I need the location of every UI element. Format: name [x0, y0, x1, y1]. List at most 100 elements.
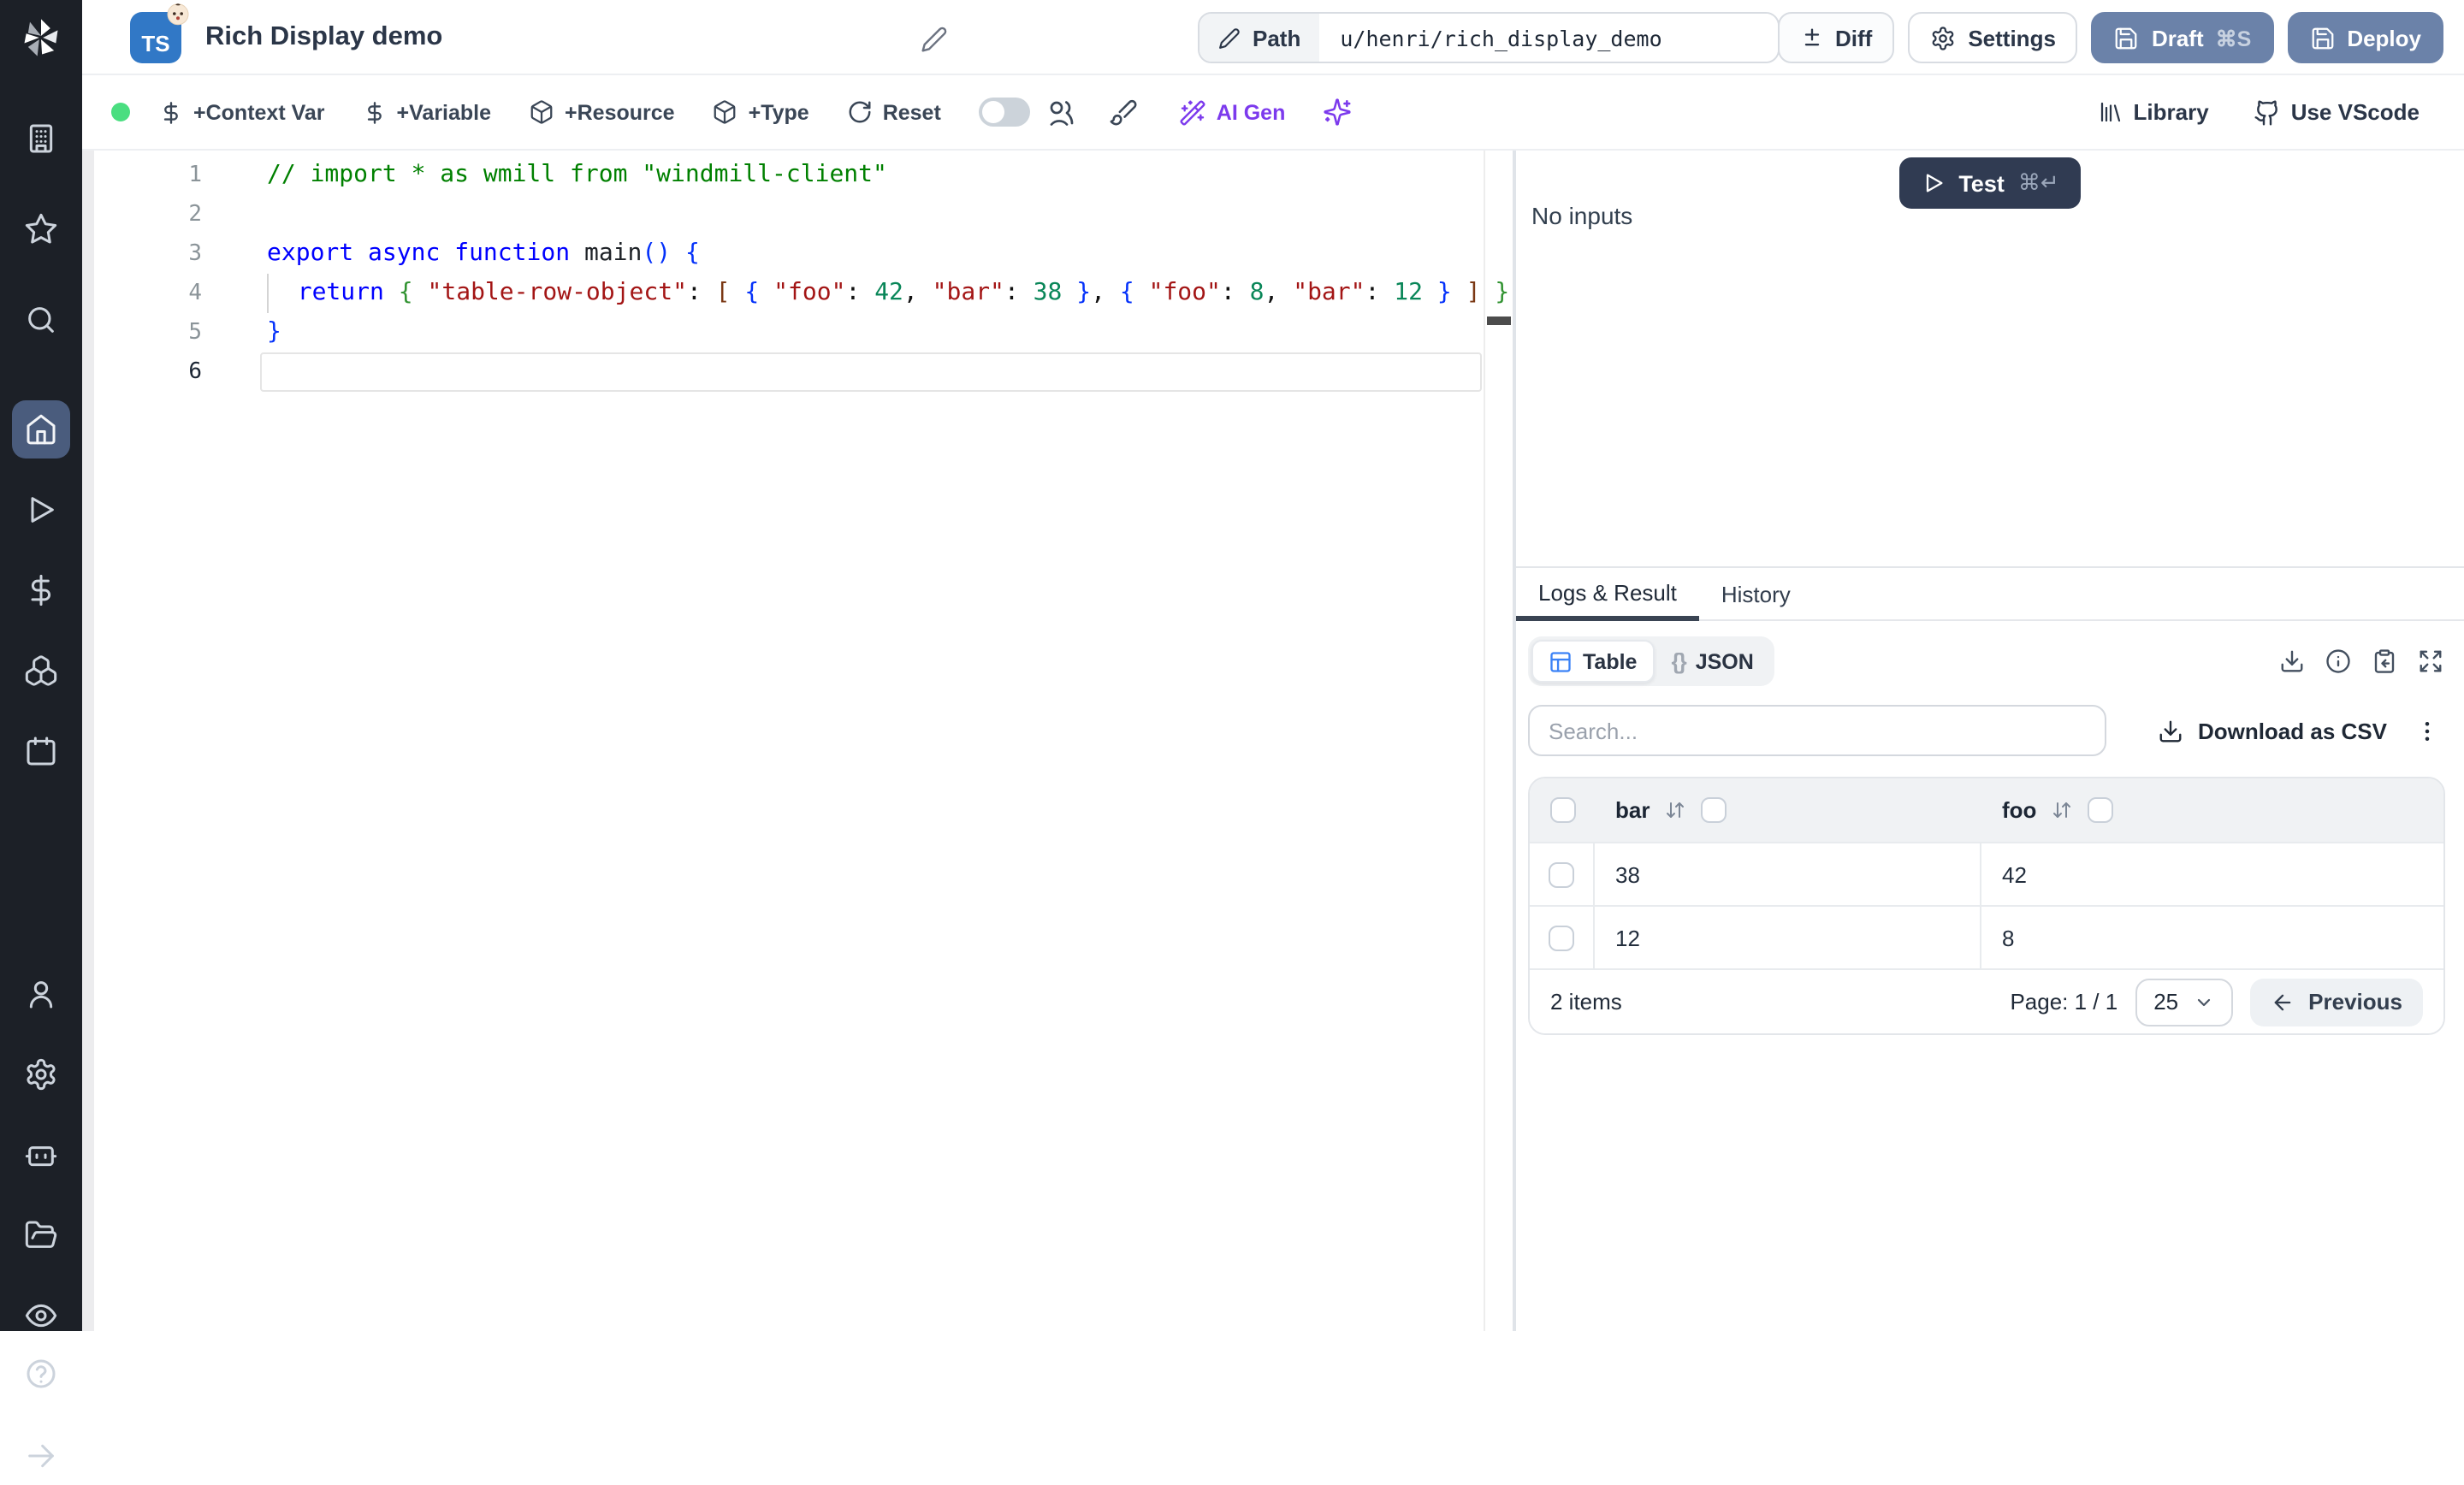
add-context-var-button[interactable]: +Context Var	[159, 100, 325, 124]
sidebar-item-favorites[interactable]	[12, 200, 70, 258]
sidebar-item-schedules[interactable]	[12, 722, 70, 780]
view-mode-json[interactable]: {} JSON	[1654, 640, 1770, 683]
code-line[interactable]: 2	[82, 195, 1513, 234]
windmill-logo-icon[interactable]	[19, 15, 63, 68]
table-row[interactable]: 12 8	[1530, 905, 2443, 968]
code-line[interactable]: 6	[82, 352, 1513, 392]
test-button[interactable]: Test ⌘↵	[1899, 157, 2081, 209]
sort-bar-icon[interactable]	[1665, 799, 1685, 821]
sparkles-icon[interactable]	[1323, 98, 1352, 127]
draft-button[interactable]: Draft ⌘S	[2091, 12, 2274, 63]
line-number: 2	[188, 202, 202, 228]
page-size-select[interactable]: 25	[2135, 978, 2234, 1026]
sidebar	[0, 0, 82, 1468]
reset-button[interactable]: Reset	[847, 99, 941, 125]
diff-icon	[1804, 28, 1819, 46]
download-csv-button[interactable]: Download as CSV	[2159, 718, 2387, 743]
dollar-icon	[31, 574, 51, 606]
use-vscode-button[interactable]: Use VScode	[2254, 98, 2420, 126]
sidebar-item-help[interactable]	[12, 1345, 70, 1403]
expand-icon[interactable]	[2418, 648, 2443, 674]
copy-to-clipboard-icon[interactable]	[2372, 648, 2397, 674]
arrow-left-icon	[2274, 993, 2291, 1010]
dollar-icon	[367, 101, 382, 123]
select-all-checkbox[interactable]	[1549, 797, 1575, 823]
add-type-button[interactable]: +Type	[713, 99, 809, 125]
column-bar-checkbox[interactable]	[1701, 797, 1727, 823]
library-icon	[2100, 102, 2120, 122]
settings-button[interactable]: Settings	[1908, 12, 2078, 63]
run-panel: Test ⌘↵ No inputs Logs & Result History …	[1516, 151, 2464, 1331]
sidebar-item-folders[interactable]	[12, 1206, 70, 1264]
draft-shortcut: ⌘S	[2215, 27, 2252, 50]
edit-summary-pencil-icon[interactable]	[921, 26, 948, 62]
workspace-emoji-badge	[166, 1, 190, 33]
rotate-icon	[849, 101, 871, 123]
sidebar-item-variables[interactable]	[12, 561, 70, 619]
info-icon[interactable]	[2325, 648, 2351, 674]
table-icon	[1550, 651, 1571, 672]
sidebar-item-home[interactable]	[12, 400, 70, 459]
path-value[interactable]: u/henri/rich_display_demo	[1319, 14, 1779, 62]
table-options-kebab-icon[interactable]	[2414, 718, 2440, 743]
typescript-badge-label: TS	[141, 30, 170, 56]
line-number: 6	[188, 359, 202, 385]
diff-mode-toggle[interactable]	[978, 98, 1030, 127]
multiplayer-users-icon[interactable]	[1044, 97, 1075, 127]
code-editor[interactable]: 1// import * as wmill from "windmill-cli…	[82, 151, 1513, 1331]
table-body: 38 42 12 8	[1530, 842, 2443, 968]
line-number: 4	[188, 281, 202, 306]
no-inputs-label: No inputs	[1531, 202, 1633, 229]
column-foo-checkbox[interactable]	[2088, 797, 2114, 823]
view-mode-table[interactable]: Table	[1531, 640, 1655, 683]
previous-page-button[interactable]: Previous	[2250, 978, 2423, 1026]
download-result-icon[interactable]	[2279, 648, 2305, 674]
library-button[interactable]: Library	[2098, 99, 2209, 125]
editor-toolbar: +Context Var +Variable +Resource +Type R…	[82, 75, 2464, 151]
play-icon	[1926, 174, 1942, 192]
table-search-input[interactable]	[1528, 705, 2106, 756]
help-circle-icon	[27, 1359, 56, 1388]
sidebar-item-audit-logs[interactable]	[12, 1287, 70, 1345]
column-header-foo[interactable]: foo	[2002, 797, 2036, 823]
code-lines[interactable]: 1// import * as wmill from "windmill-cli…	[82, 151, 1513, 392]
sort-foo-icon[interactable]	[2052, 799, 2072, 821]
sidebar-item-users[interactable]	[12, 965, 70, 1023]
ai-gen-button[interactable]: AI Gen	[1179, 98, 1285, 126]
arrow-right-icon	[28, 1444, 54, 1468]
sidebar-item-search[interactable]	[12, 291, 70, 349]
row-checkbox[interactable]	[1549, 925, 1574, 950]
typescript-badge: TS	[130, 3, 189, 62]
diff-button[interactable]: Diff	[1777, 12, 1895, 63]
sidebar-item-workers[interactable]	[12, 1126, 70, 1184]
eye-icon	[25, 1304, 57, 1328]
result-tabs: Logs & Result History	[1516, 568, 2464, 621]
code-line[interactable]: 3 export async function main() {	[82, 234, 1513, 274]
line-number: 3	[188, 241, 202, 267]
sidebar-item-resources[interactable]	[12, 642, 70, 700]
code-line[interactable]: 5}	[82, 313, 1513, 352]
result-table: bar foo 38 42 12 8 2 items Page: 1 / 1 2…	[1528, 777, 2445, 1035]
row-checkbox[interactable]	[1549, 861, 1574, 887]
sidebar-item-runs[interactable]	[12, 481, 70, 539]
boxes-icon	[25, 655, 57, 686]
path-editor[interactable]: Path u/henri/rich_display_demo	[1198, 12, 1780, 63]
sidebar-item-settings[interactable]	[12, 1045, 70, 1103]
add-resource-button[interactable]: +Resource	[529, 99, 675, 125]
code-line[interactable]: 1// import * as wmill from "windmill-cli…	[82, 156, 1513, 195]
editor-scrollbar[interactable]	[1484, 151, 1485, 1331]
format-brush-icon[interactable]	[1109, 98, 1138, 127]
add-variable-button[interactable]: +Variable	[363, 100, 491, 124]
line-number: 1	[188, 163, 202, 188]
table-row[interactable]: 38 42	[1530, 842, 2443, 905]
deploy-button[interactable]: Deploy	[2287, 12, 2443, 63]
package-icon	[530, 100, 553, 124]
user-icon	[29, 981, 53, 1009]
sidebar-expand-button[interactable]	[12, 1427, 70, 1485]
column-header-bar[interactable]: bar	[1615, 797, 1650, 823]
sidebar-item-workspace[interactable]	[12, 109, 70, 168]
tab-logs-result[interactable]: Logs & Result	[1516, 568, 1699, 621]
path-label-segment[interactable]: Path	[1199, 14, 1320, 62]
code-line[interactable]: 4 return { "table-row-object": [ { "foo"…	[82, 274, 1513, 313]
tab-history[interactable]: History	[1699, 568, 1813, 621]
